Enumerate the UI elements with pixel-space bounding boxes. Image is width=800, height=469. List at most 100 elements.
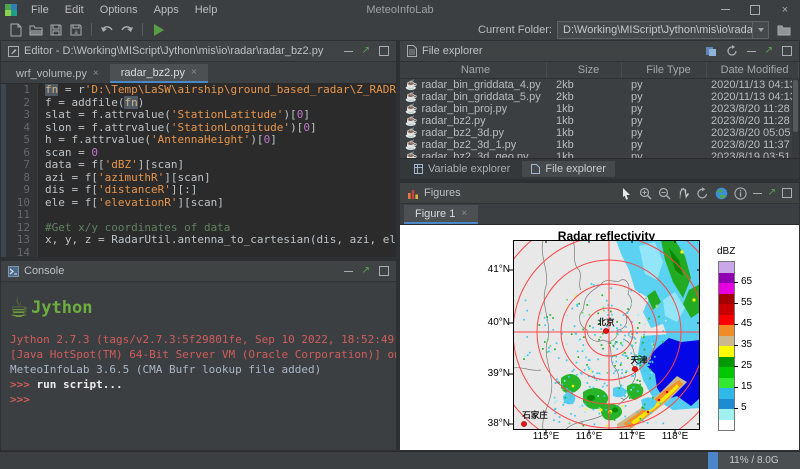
editor-title: Editor - D:\Working\MIScript\Jython\mis\… [24,45,323,57]
editor-panel: Editor - D:\Working\MIScript\Jython\mis\… [0,40,397,258]
table-row[interactable]: ☕radar_bz2.py1kbpy2023/8/20 11:28 [400,115,799,127]
line-number: 4 [1,122,38,135]
maximize-icon[interactable] [740,0,770,19]
column-header-size[interactable]: Size [547,62,622,78]
svg-text:北京: 北京 [597,317,615,327]
range-rings [465,225,753,450]
undo-icon[interactable] [97,21,117,39]
maximize-panel-icon[interactable] [379,266,389,276]
variable-explorer-icon [414,164,423,174]
open-file-icon[interactable] [26,21,46,39]
float-panel-icon[interactable]: ↗ [768,188,776,198]
browse-folder-icon[interactable] [774,21,794,39]
table-row[interactable]: ☕radar_bz2_3d_1.py1kbpy2023/8/20 11:37 [400,139,799,151]
minimize-icon[interactable] [710,0,740,19]
float-panel-icon[interactable]: ↗ [362,46,370,56]
python-file-icon: ☕ [405,128,417,139]
file-explorer-icon [531,164,540,174]
code-editor[interactable]: 1fn = r'D:\Temp\LaSW\airship\ground_base… [1,84,396,257]
file-explorer-title: File explorer [422,45,483,57]
table-row[interactable]: ☕radar_bz2_3d.py1kbpy2023/8/20 05:05 [400,127,799,139]
minimize-panel-icon[interactable] [344,51,353,52]
pan-icon[interactable] [677,187,690,200]
dock-tab-file-explorer[interactable]: File explorer [522,161,615,177]
radar-map[interactable]: 北京天津石家庄 [513,240,700,430]
tab-figure-1[interactable]: Figure 1 × [404,205,478,224]
column-header-date-modified[interactable]: Date Modified [707,62,799,78]
close-icon[interactable]: × [770,0,800,19]
refresh-icon[interactable] [726,45,738,57]
scrollbar-thumb[interactable] [793,80,798,132]
select-arrow-icon[interactable] [620,187,633,200]
menu-edit[interactable]: Edit [57,2,92,18]
maximize-panel-icon[interactable] [782,46,792,56]
y-axis-label: 40°N [474,317,510,328]
rotate-icon[interactable] [696,187,709,200]
close-tab-icon[interactable]: × [191,67,197,78]
close-tab-icon[interactable]: × [93,68,99,79]
line-number: 2 [1,97,38,110]
chevron-down-icon[interactable] [752,22,768,38]
line-number: 13 [1,234,38,247]
python-file-icon: ☕ [405,152,417,158]
menu-file[interactable]: File [23,2,57,18]
console-output[interactable]: ☕ Jython Jython 2.7.3 (tags/v2.7.3:5f298… [1,282,396,450]
x-axis-label: 115°E [526,431,566,442]
column-header-name[interactable]: Name [400,62,547,78]
dock-tab-variable-explorer[interactable]: Variable explorer [405,161,519,177]
tab-radar_bz2.py[interactable]: radar_bz2.py× [110,64,208,83]
table-row[interactable]: ☕radar_bin_griddata_4.py2kbpy2020/11/13 … [400,79,799,91]
y-axis-label: 39°N [474,368,510,379]
menu-apps[interactable]: Apps [146,2,187,18]
maximize-panel-icon[interactable] [782,188,792,198]
run-script-icon[interactable] [148,21,168,39]
menu-options[interactable]: Options [92,2,146,18]
console-title: Console [24,265,64,277]
menu-help[interactable]: Help [187,2,226,18]
zoom-out-icon[interactable] [658,187,671,200]
x-axis-label: 116°E [569,431,609,442]
figures-icon [407,188,419,199]
table-row[interactable]: ☕radar_bz2_3d_geo.py1kbpy2023/8/19 03:51 [400,151,799,158]
file-table-header: NameSizeFile TypeDate Modified [400,62,799,79]
svg-text:天津: 天津 [630,355,648,365]
copy-path-icon[interactable] [705,46,717,57]
scrollbar[interactable] [792,78,799,158]
console-line: >>> run script... [10,377,387,392]
figure-canvas[interactable]: Radar reflectivity [400,225,799,450]
close-tab-icon[interactable]: × [461,208,467,219]
save-as-file-icon[interactable]: a [66,21,86,39]
colorbar-tick-label: 55 [741,297,752,308]
file-explorer-panel: File explorer ↗ NameSizeFile TypeDate Mo… [399,40,800,180]
editor-panel-header: Editor - D:\Working\MIScript\Jython\mis\… [1,41,396,62]
title-bar: MeteoInfoLab FileEditOptionsAppsHelp × [0,0,800,19]
svg-text:石家庄: 石家庄 [521,410,548,420]
colorbar-tick-label: 35 [741,339,752,350]
minimize-panel-icon[interactable] [344,271,353,272]
minimize-panel-icon[interactable] [747,51,756,52]
redo-icon[interactable] [117,21,137,39]
save-file-icon[interactable] [46,21,66,39]
table-row[interactable]: ☕radar_bin_proj.py1kbpy2023/8/20 11:28 [400,103,799,115]
python-file-icon: ☕ [405,116,417,127]
zoom-in-icon[interactable] [639,187,652,200]
current-folder-combobox[interactable]: D:\Working\MIScript\Jython\mis\io\radar [557,21,769,39]
new-file-icon[interactable] [6,21,26,39]
memory-gauge[interactable]: 11% / 8.0G [708,452,800,469]
table-row[interactable]: ☕radar_bin_griddata_5.py2kbpy2020/11/13 … [400,91,799,103]
code-line: 13x, y, z = RadarUtil.antenna_to_cartesi… [1,234,396,247]
float-panel-icon[interactable]: ↗ [362,266,370,276]
jython-logo: ☕ Jython [10,287,387,329]
line-number: 7 [1,159,38,172]
column-header-file-type[interactable]: File Type [622,62,707,78]
info-icon[interactable] [734,187,747,200]
line-number: 9 [1,184,38,197]
globe-icon[interactable] [715,187,728,200]
tab-wrf_volume.py[interactable]: wrf_volume.py× [5,64,110,83]
float-panel-icon[interactable]: ↗ [765,46,773,56]
minimize-panel-icon[interactable] [753,193,762,194]
maximize-panel-icon[interactable] [379,46,389,56]
file-explorer-icon [407,45,417,57]
code-text: x, y, z = RadarUtil.antenna_to_cartesian… [38,234,396,247]
colorbar-tick [734,282,738,283]
